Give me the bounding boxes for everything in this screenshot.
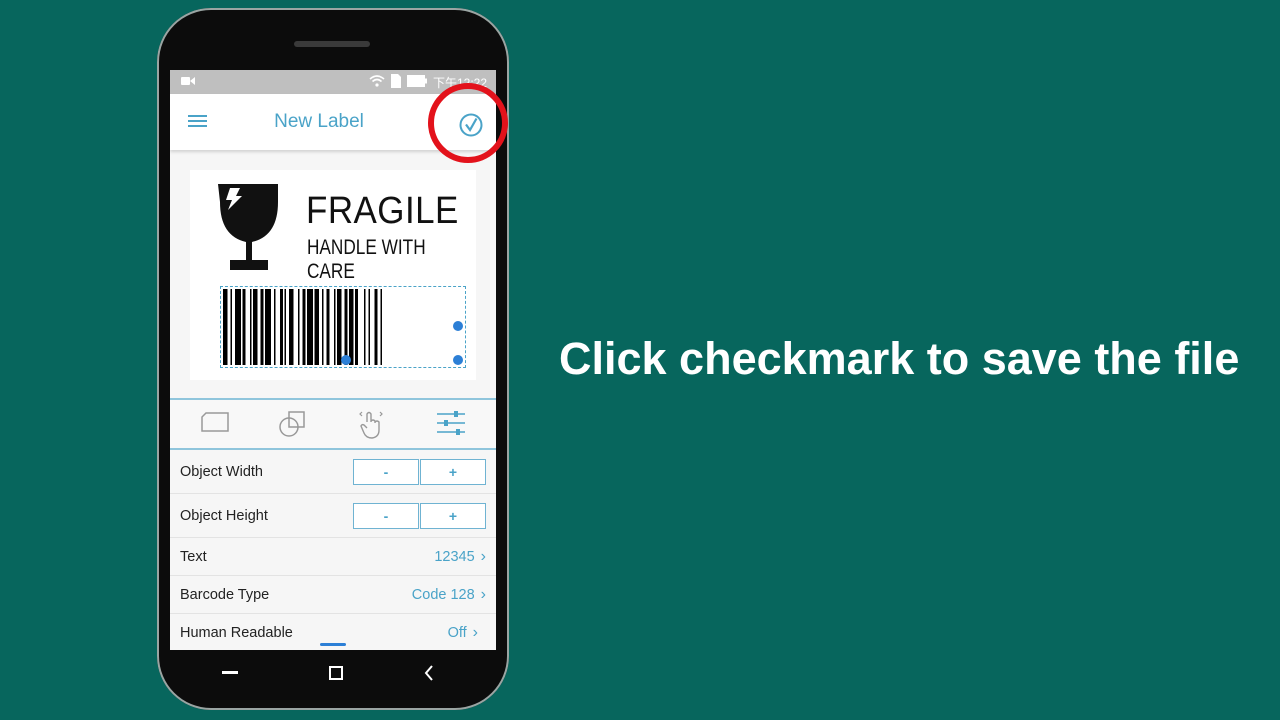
object-height-stepper: - + (353, 502, 486, 529)
human-readable-value: Off (447, 624, 467, 641)
object-height-row: Object Height - + (170, 494, 496, 538)
barcode-bar (334, 289, 336, 365)
barcode-bar (250, 289, 252, 365)
text-row[interactable]: Text 12345 › (170, 538, 496, 576)
android-nav-bar (170, 650, 496, 698)
barcode-bar (326, 289, 330, 365)
barcode-bar (368, 289, 370, 365)
editor-toolbar (170, 398, 496, 450)
sim-card-icon (390, 73, 401, 91)
barcode-bar (302, 289, 306, 365)
battery-icon (406, 74, 427, 90)
barcode-bar (337, 289, 342, 365)
object-width-stepper: - + (353, 458, 486, 485)
barcode-bar (274, 289, 276, 365)
touch-icon[interactable] (358, 410, 384, 445)
scroll-indicator (320, 643, 346, 646)
barcode-bar (260, 289, 264, 365)
barcode-bar (344, 289, 348, 365)
resize-handle-bottom[interactable] (341, 355, 351, 365)
instruction-caption: Click checkmark to save the file (559, 333, 1240, 384)
barcode-bar (307, 289, 313, 365)
barcode-bar (289, 289, 294, 365)
barcode-bar (223, 289, 228, 365)
label-fragile-text[interactable]: FRAGILE (306, 190, 459, 233)
phone-speaker (294, 41, 370, 47)
object-width-label: Object Width (180, 463, 263, 480)
wifi-icon (369, 74, 385, 90)
barcode-bar (374, 289, 378, 365)
barcode-bar (230, 289, 232, 365)
sliders-icon[interactable] (436, 410, 466, 441)
barcode-bar (364, 289, 366, 365)
object-width-minus-button[interactable]: - (353, 458, 419, 485)
resize-handle-right[interactable] (453, 321, 463, 331)
barcode-bar (355, 289, 358, 365)
barcode-bar (280, 289, 283, 365)
text-label: Text (180, 548, 207, 565)
resize-handle-corner[interactable] (453, 355, 463, 365)
barcode-bar (298, 289, 300, 365)
chevron-right-icon: › (480, 547, 486, 565)
label-handle-text[interactable]: HANDLE WITH CARE (307, 236, 446, 284)
barcode-type-label: Barcode Type (180, 586, 270, 603)
object-width-row: Object Width - + (170, 450, 496, 494)
human-readable-label: Human Readable (180, 624, 293, 641)
barcode[interactable] (220, 286, 466, 368)
barcode-bar (284, 289, 286, 365)
video-icon (181, 75, 195, 89)
object-width-plus-button[interactable]: + (420, 458, 486, 485)
barcode-type-row[interactable]: Barcode Type Code 128 › (170, 576, 496, 614)
barcode-bar (265, 289, 271, 365)
fragile-glass-icon (216, 184, 282, 277)
chevron-right-icon: › (480, 585, 486, 603)
barcode-bar (322, 289, 324, 365)
recent-apps-icon[interactable] (222, 662, 238, 680)
text-value: 12345 (434, 548, 475, 565)
back-icon[interactable] (424, 665, 434, 686)
object-height-label: Object Height (180, 507, 268, 524)
barcode-bar (242, 289, 246, 365)
shapes-icon[interactable] (278, 410, 308, 443)
object-height-plus-button[interactable]: + (420, 502, 486, 529)
highlight-circle (428, 83, 508, 163)
object-height-minus-button[interactable]: - (353, 502, 419, 529)
label-canvas[interactable]: FRAGILE HANDLE WITH CARE (190, 170, 476, 380)
barcode-bar (349, 289, 354, 365)
barcode-bar (380, 289, 382, 365)
properties-list: Object Width - + Object Height - + Text … (170, 450, 496, 650)
home-icon[interactable] (329, 666, 343, 685)
barcode-type-value: Code 128 (411, 586, 475, 603)
page-icon[interactable] (200, 410, 230, 439)
barcode-bar (253, 289, 258, 365)
barcode-bar (314, 289, 319, 365)
barcode-bar (235, 289, 241, 365)
chevron-right-icon: › (472, 623, 478, 641)
